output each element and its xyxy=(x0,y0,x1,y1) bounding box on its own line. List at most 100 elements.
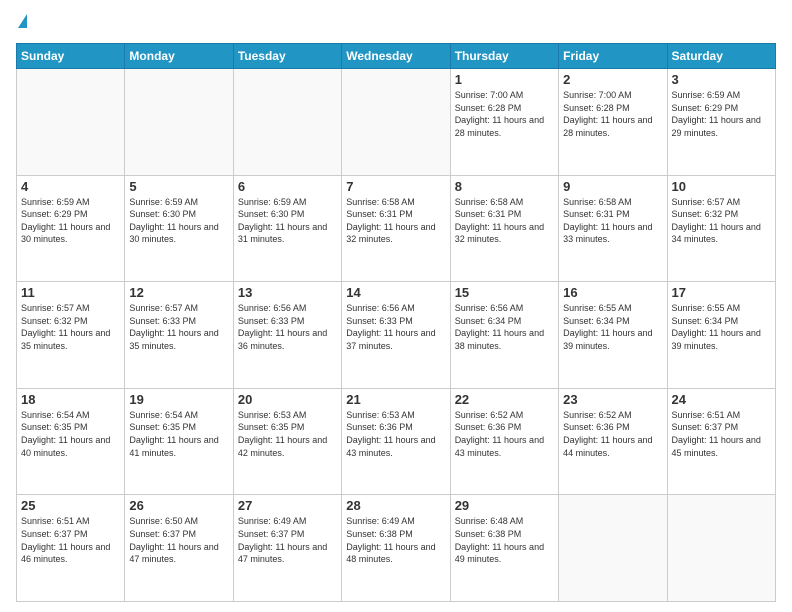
calendar-body: 1 Sunrise: 7:00 AM Sunset: 6:28 PM Daylig… xyxy=(17,69,776,602)
day-number: 7 xyxy=(346,179,445,194)
day-info: Sunrise: 6:59 AM Sunset: 6:29 PM Dayligh… xyxy=(672,89,771,139)
calendar-table: Sunday Monday Tuesday Wednesday Thursday… xyxy=(16,43,776,602)
header-thursday: Thursday xyxy=(450,44,558,69)
day-number: 12 xyxy=(129,285,228,300)
calendar-cell: 2 Sunrise: 7:00 AM Sunset: 6:28 PM Daylig… xyxy=(559,69,667,176)
day-info: Sunrise: 6:56 AM Sunset: 6:33 PM Dayligh… xyxy=(346,302,445,352)
day-info: Sunrise: 6:48 AM Sunset: 6:38 PM Dayligh… xyxy=(455,515,554,565)
calendar-cell: 16 Sunrise: 6:55 AM Sunset: 6:34 PM Dayli… xyxy=(559,282,667,389)
day-info: Sunrise: 6:54 AM Sunset: 6:35 PM Dayligh… xyxy=(21,409,120,459)
day-info: Sunrise: 6:52 AM Sunset: 6:36 PM Dayligh… xyxy=(563,409,662,459)
day-number: 14 xyxy=(346,285,445,300)
calendar-cell: 11 Sunrise: 6:57 AM Sunset: 6:32 PM Dayli… xyxy=(17,282,125,389)
calendar-cell: 24Sunrise: 6:51 AM Sunset: 6:37 PM Dayli… xyxy=(667,388,775,495)
day-info: Sunrise: 6:58 AM Sunset: 6:31 PM Dayligh… xyxy=(346,196,445,246)
calendar-cell: 7 Sunrise: 6:58 AM Sunset: 6:31 PM Daylig… xyxy=(342,175,450,282)
day-info: Sunrise: 6:54 AM Sunset: 6:35 PM Dayligh… xyxy=(129,409,228,459)
header-friday: Friday xyxy=(559,44,667,69)
day-info: Sunrise: 6:57 AM Sunset: 6:32 PM Dayligh… xyxy=(21,302,120,352)
header-monday: Monday xyxy=(125,44,233,69)
calendar-cell: 29 Sunrise: 6:48 AM Sunset: 6:38 PM Dayli… xyxy=(450,495,558,602)
calendar-cell xyxy=(667,495,775,602)
calendar-cell: 9 Sunrise: 6:58 AM Sunset: 6:31 PM Daylig… xyxy=(559,175,667,282)
day-info: Sunrise: 6:52 AM Sunset: 6:36 PM Dayligh… xyxy=(455,409,554,459)
calendar-week-3: 18 Sunrise: 6:54 AM Sunset: 6:35 PM Dayli… xyxy=(17,388,776,495)
header-wednesday: Wednesday xyxy=(342,44,450,69)
day-number: 18 xyxy=(21,392,120,407)
calendar-cell: 13 Sunrise: 6:56 AM Sunset: 6:33 PM Dayli… xyxy=(233,282,341,389)
calendar-cell: 14 Sunrise: 6:56 AM Sunset: 6:33 PM Dayli… xyxy=(342,282,450,389)
day-info: Sunrise: 6:56 AM Sunset: 6:33 PM Dayligh… xyxy=(238,302,337,352)
day-number: 6 xyxy=(238,179,337,194)
day-info: Sunrise: 6:53 AM Sunset: 6:36 PM Dayligh… xyxy=(346,409,445,459)
day-number: 26 xyxy=(129,498,228,513)
calendar-cell: 19 Sunrise: 6:54 AM Sunset: 6:35 PM Dayli… xyxy=(125,388,233,495)
calendar-cell: 10 Sunrise: 6:57 AM Sunset: 6:32 PM Dayli… xyxy=(667,175,775,282)
calendar-cell: 21 Sunrise: 6:53 AM Sunset: 6:36 PM Dayli… xyxy=(342,388,450,495)
day-info: Sunrise: 6:50 AM Sunset: 6:37 PM Dayligh… xyxy=(129,515,228,565)
calendar-cell xyxy=(342,69,450,176)
day-info: Sunrise: 7:00 AM Sunset: 6:28 PM Dayligh… xyxy=(563,89,662,139)
day-number: 28 xyxy=(346,498,445,513)
day-info: Sunrise: 6:49 AM Sunset: 6:38 PM Dayligh… xyxy=(346,515,445,565)
calendar-cell: 27 Sunrise: 6:49 AM Sunset: 6:37 PM Dayli… xyxy=(233,495,341,602)
day-number: 27 xyxy=(238,498,337,513)
day-number: 13 xyxy=(238,285,337,300)
day-number: 10 xyxy=(672,179,771,194)
logo-arrow-icon xyxy=(18,14,27,28)
calendar-cell: 23 Sunrise: 6:52 AM Sunset: 6:36 PM Dayli… xyxy=(559,388,667,495)
header-tuesday: Tuesday xyxy=(233,44,341,69)
calendar-cell: 26 Sunrise: 6:50 AM Sunset: 6:37 PM Dayli… xyxy=(125,495,233,602)
day-number: 3 xyxy=(672,72,771,87)
day-number: 9 xyxy=(563,179,662,194)
header-sunday: Sunday xyxy=(17,44,125,69)
day-number: 2 xyxy=(563,72,662,87)
calendar-cell xyxy=(233,69,341,176)
day-number: 17 xyxy=(672,285,771,300)
day-info: Sunrise: 6:53 AM Sunset: 6:35 PM Dayligh… xyxy=(238,409,337,459)
logo xyxy=(16,12,27,35)
day-info: Sunrise: 6:55 AM Sunset: 6:34 PM Dayligh… xyxy=(563,302,662,352)
day-number: 23 xyxy=(563,392,662,407)
day-number: 16 xyxy=(563,285,662,300)
day-info: Sunrise: 6:49 AM Sunset: 6:37 PM Dayligh… xyxy=(238,515,337,565)
day-info: Sunrise: 6:51 AM Sunset: 6:37 PM Dayligh… xyxy=(21,515,120,565)
calendar-cell: 8Sunrise: 6:58 AM Sunset: 6:31 PM Daylig… xyxy=(450,175,558,282)
day-number: 11 xyxy=(21,285,120,300)
calendar-cell xyxy=(125,69,233,176)
day-number: 1 xyxy=(455,72,554,87)
calendar-cell: 28 Sunrise: 6:49 AM Sunset: 6:38 PM Dayli… xyxy=(342,495,450,602)
day-info: Sunrise: 6:57 AM Sunset: 6:33 PM Dayligh… xyxy=(129,302,228,352)
header xyxy=(16,12,776,35)
day-number: 20 xyxy=(238,392,337,407)
day-number: 19 xyxy=(129,392,228,407)
day-info: Sunrise: 6:56 AM Sunset: 6:34 PM Dayligh… xyxy=(455,302,554,352)
calendar-cell xyxy=(559,495,667,602)
day-number: 25 xyxy=(21,498,120,513)
calendar-cell: 12 Sunrise: 6:57 AM Sunset: 6:33 PM Dayli… xyxy=(125,282,233,389)
day-info: Sunrise: 6:59 AM Sunset: 6:29 PM Dayligh… xyxy=(21,196,120,246)
calendar-cell: 3 Sunrise: 6:59 AM Sunset: 6:29 PM Daylig… xyxy=(667,69,775,176)
calendar-week-4: 25 Sunrise: 6:51 AM Sunset: 6:37 PM Dayli… xyxy=(17,495,776,602)
day-info: Sunrise: 6:57 AM Sunset: 6:32 PM Dayligh… xyxy=(672,196,771,246)
day-info: Sunrise: 6:58 AM Sunset: 6:31 PM Dayligh… xyxy=(563,196,662,246)
day-number: 4 xyxy=(21,179,120,194)
calendar-week-0: 1 Sunrise: 7:00 AM Sunset: 6:28 PM Daylig… xyxy=(17,69,776,176)
calendar-header: Sunday Monday Tuesday Wednesday Thursday… xyxy=(17,44,776,69)
day-number: 29 xyxy=(455,498,554,513)
day-info: Sunrise: 6:59 AM Sunset: 6:30 PM Dayligh… xyxy=(238,196,337,246)
day-number: 5 xyxy=(129,179,228,194)
calendar-cell xyxy=(17,69,125,176)
calendar-cell: 17Sunrise: 6:55 AM Sunset: 6:34 PM Dayli… xyxy=(667,282,775,389)
day-number: 21 xyxy=(346,392,445,407)
calendar-cell: 6 Sunrise: 6:59 AM Sunset: 6:30 PM Daylig… xyxy=(233,175,341,282)
calendar-cell: 5 Sunrise: 6:59 AM Sunset: 6:30 PM Daylig… xyxy=(125,175,233,282)
day-number: 22 xyxy=(455,392,554,407)
day-number: 15 xyxy=(455,285,554,300)
calendar-cell: 25 Sunrise: 6:51 AM Sunset: 6:37 PM Dayli… xyxy=(17,495,125,602)
header-saturday: Saturday xyxy=(667,44,775,69)
calendar-cell: 15 Sunrise: 6:56 AM Sunset: 6:34 PM Dayli… xyxy=(450,282,558,389)
day-info: Sunrise: 6:59 AM Sunset: 6:30 PM Dayligh… xyxy=(129,196,228,246)
day-info: Sunrise: 7:00 AM Sunset: 6:28 PM Dayligh… xyxy=(455,89,554,139)
calendar-cell: 22 Sunrise: 6:52 AM Sunset: 6:36 PM Dayli… xyxy=(450,388,558,495)
